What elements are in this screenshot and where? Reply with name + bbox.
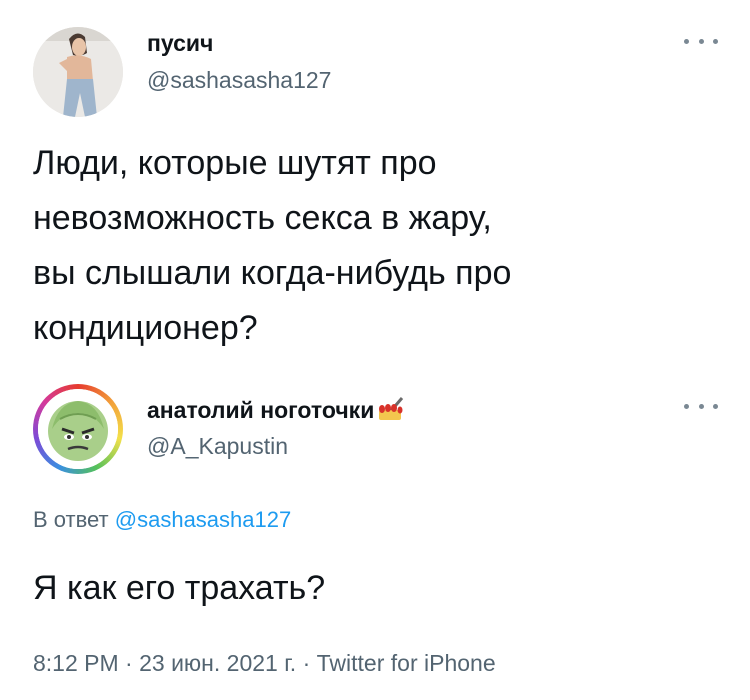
dot <box>698 38 704 44</box>
reply-handle-link[interactable]: @sashasasha127 <box>115 507 291 532</box>
avatar-inner <box>38 389 118 469</box>
author-name[interactable]: пусич <box>147 30 213 57</box>
separator-dot: · <box>125 650 133 676</box>
person-photo-avatar-icon <box>33 27 123 117</box>
dot <box>713 38 718 44</box>
tweet-date[interactable]: 23 июн. 2021 г. <box>139 650 296 676</box>
cabbage-face-avatar-icon <box>38 389 118 469</box>
tweet-time[interactable]: 8:12 PM <box>33 650 119 676</box>
reply-author-avatar[interactable] <box>33 384 123 474</box>
nail-polish-icon <box>376 396 406 428</box>
more-options-icon[interactable] <box>684 36 718 46</box>
main-tweet: пусич @sashasasha127 Люди, которые шутят… <box>0 0 750 370</box>
reply-author-handle[interactable]: @A_Kapustin <box>147 433 288 460</box>
reply-author-name[interactable]: анатолий ноготочки <box>147 396 406 428</box>
author-handle[interactable]: @sashasasha127 <box>147 67 331 94</box>
tweet-source[interactable]: Twitter for iPhone <box>317 650 496 676</box>
dot <box>684 38 689 44</box>
tweet-text: Люди, которые шутят про невозможность се… <box>33 144 512 347</box>
separator-dot: · <box>302 650 311 676</box>
author-avatar[interactable] <box>33 27 123 117</box>
tweet-meta: 8:12 PM · 23 июн. 2021 г. · Twitter for … <box>33 650 496 677</box>
reply-more-options-icon[interactable] <box>684 401 718 411</box>
dot <box>698 403 704 409</box>
reply-context: В ответ @sashasasha127 <box>33 507 291 533</box>
dot <box>684 403 689 409</box>
reply-tweet-text: Я как его трахать? <box>33 569 326 607</box>
dot <box>713 403 718 409</box>
reply-prefix: В ответ <box>33 507 109 532</box>
reply-author-name-text: анатолий ноготочки <box>147 397 375 424</box>
